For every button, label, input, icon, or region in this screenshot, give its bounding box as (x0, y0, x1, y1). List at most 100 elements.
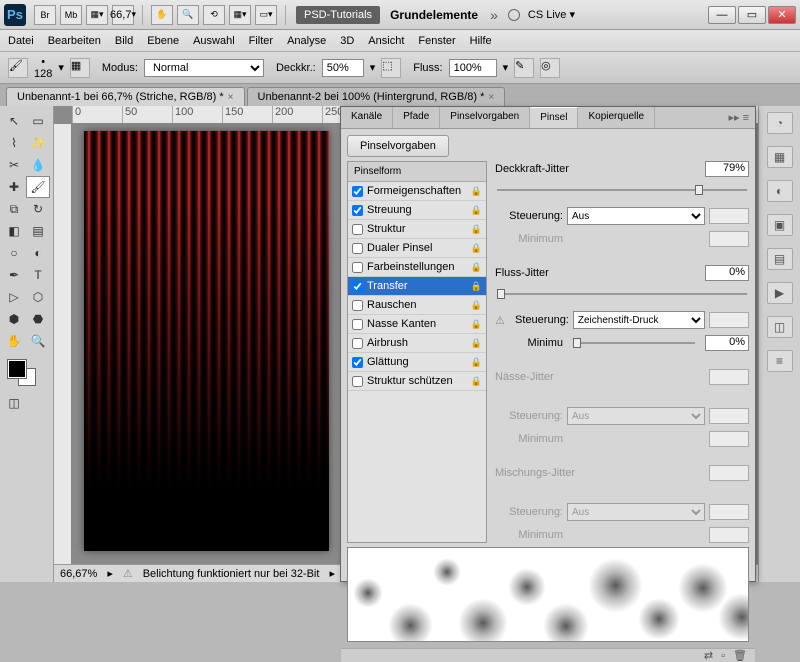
lock-icon[interactable]: 🔒 (471, 357, 482, 368)
menu-item[interactable]: Bearbeiten (48, 35, 101, 47)
flow-input[interactable] (449, 59, 497, 77)
lock-icon[interactable]: 🔒 (471, 243, 482, 254)
brush-panel-toggle[interactable]: ▦ (70, 58, 90, 78)
menu-item[interactable]: Auswahl (193, 35, 235, 47)
marquee-tool[interactable]: ▭ (26, 110, 50, 132)
lock-icon[interactable]: 🔒 (471, 338, 482, 349)
brush-tool-icon[interactable]: 🖌 (8, 58, 28, 78)
pen-tool[interactable]: ✒ (2, 264, 26, 286)
opacity-input[interactable] (322, 59, 364, 77)
zoom-dropdown[interactable]: 66,7 ▾ (112, 5, 134, 25)
lock-icon[interactable]: 🔒 (471, 224, 482, 235)
brush-option-checkbox[interactable] (352, 300, 363, 311)
brush-option-row[interactable]: Dualer Pinsel🔒 (348, 239, 486, 258)
toggle-preview-icon[interactable]: ⇄ (704, 649, 713, 662)
extras-button[interactable]: ▦▾ (86, 5, 108, 25)
document-tab[interactable]: Unbenannt-1 bei 66,7% (Striche, RGB/8) *… (6, 87, 245, 106)
color-swatches[interactable] (2, 358, 51, 388)
close-button[interactable]: ✕ (768, 6, 796, 24)
panel-tab[interactable]: Pinselvorgaben (440, 107, 530, 128)
menu-item[interactable]: Ansicht (368, 35, 404, 47)
eraser-tool[interactable]: ◧ (2, 220, 26, 242)
brush-option-checkbox[interactable] (352, 357, 363, 368)
lock-icon[interactable]: 🔒 (471, 186, 482, 197)
type-tool[interactable]: T (26, 264, 50, 286)
path-tool[interactable]: ▷ (2, 286, 26, 308)
brush-tip-shape[interactable]: Pinselform (348, 162, 486, 182)
brush-option-checkbox[interactable] (352, 338, 363, 349)
color-panel-icon[interactable]: ◔ (767, 112, 793, 134)
lock-icon[interactable]: 🔒 (471, 376, 482, 387)
close-icon[interactable]: × (228, 92, 234, 103)
brush-tool[interactable]: 🖌 (26, 176, 50, 198)
brush-option-checkbox[interactable] (352, 281, 363, 292)
workspace-tutorials[interactable]: PSD-Tutorials (296, 6, 380, 24)
brush-size[interactable]: 128 (34, 68, 52, 80)
heal-tool[interactable]: ✚ (2, 176, 26, 198)
document-tab[interactable]: Unbenannt-2 bei 100% (Hintergrund, RGB/8… (247, 87, 506, 106)
brush-option-row[interactable]: Streuung🔒 (348, 201, 486, 220)
new-brush-icon[interactable]: ▫ (721, 650, 725, 662)
move-tool[interactable]: ↖ (2, 110, 26, 132)
opacity-jitter-value[interactable]: 79% (705, 161, 749, 177)
brush-option-checkbox[interactable] (352, 205, 363, 216)
brush-option-checkbox[interactable] (352, 376, 363, 387)
brush-option-checkbox[interactable] (352, 243, 363, 254)
play-icon[interactable]: ▶ (767, 282, 793, 304)
lock-icon[interactable]: 🔒 (471, 281, 482, 292)
brush-option-checkbox[interactable] (352, 224, 363, 235)
menu-item[interactable]: 3D (340, 35, 354, 47)
opacity-control-select[interactable]: Aus (567, 207, 705, 225)
menu-item[interactable]: Bild (115, 35, 133, 47)
brush-option-row[interactable]: Rauschen🔒 (348, 296, 486, 315)
menu-item[interactable]: Filter (249, 35, 273, 47)
flow-min-value[interactable]: 0% (705, 335, 749, 351)
trash-icon[interactable]: 🗑 (733, 649, 747, 662)
brush-option-checkbox[interactable] (352, 262, 363, 273)
arrange-button[interactable]: ▦▾ (229, 5, 251, 25)
panel-tab[interactable]: Kanäle (341, 107, 393, 128)
blur-tool[interactable]: ○ (2, 242, 26, 264)
panel-menu-icon[interactable]: ▸▸ ≡ (722, 107, 755, 128)
brush-option-row[interactable]: Struktur schützen🔒 (348, 372, 486, 391)
menu-item[interactable]: Hilfe (470, 35, 492, 47)
workspace-more[interactable]: » (490, 7, 498, 23)
flow-control-select[interactable]: Zeichenstift-Druck (573, 311, 705, 329)
menu-item[interactable]: Analyse (287, 35, 326, 47)
zoom-tool[interactable]: 🔍 (26, 330, 50, 352)
brush-option-row[interactable]: Farbeinstellungen🔒 (348, 258, 486, 277)
mode-select[interactable]: Normal (144, 59, 264, 77)
menu-item[interactable]: Fenster (418, 35, 455, 47)
menu-item[interactable]: Datei (8, 35, 34, 47)
lasso-tool[interactable]: ⌇ (2, 132, 26, 154)
lock-icon[interactable]: 🔒 (471, 319, 482, 330)
panel-tab[interactable]: Pinsel (530, 107, 578, 128)
swatches-panel-icon[interactable]: ▦ (767, 146, 793, 168)
flow-min-slider[interactable] (573, 336, 695, 350)
flow-jitter-slider[interactable] (497, 287, 747, 301)
masks-panel-icon[interactable]: ▣ (767, 214, 793, 236)
panel-tab[interactable]: Pfade (393, 107, 440, 128)
bridge-button[interactable]: Br (34, 5, 56, 25)
minibridge-button[interactable]: Mb (60, 5, 82, 25)
size-pressure-icon[interactable]: ◎ (540, 58, 560, 78)
brush-option-row[interactable]: Airbrush🔒 (348, 334, 486, 353)
lock-icon[interactable]: 🔒 (471, 262, 482, 273)
maximize-button[interactable]: ▭ (738, 6, 766, 24)
menu-item[interactable]: Ebene (147, 35, 179, 47)
hand-tool[interactable]: ✋ (2, 330, 26, 352)
3d-tool[interactable]: ⬢ (2, 308, 26, 330)
history-brush-tool[interactable]: ↻ (26, 198, 50, 220)
rotate-tool[interactable]: ⟲ (203, 5, 225, 25)
crop-tool[interactable]: ✂ (2, 154, 26, 176)
hand-tool[interactable]: ✋ (151, 5, 173, 25)
brush-option-checkbox[interactable] (352, 319, 363, 330)
brush-option-row[interactable]: Struktur🔒 (348, 220, 486, 239)
airbrush-icon[interactable]: ✎ (514, 58, 534, 78)
brush-presets-button[interactable]: Pinselvorgaben (347, 135, 449, 157)
close-icon[interactable]: × (488, 92, 494, 103)
zoom-tool[interactable]: 🔍 (177, 5, 199, 25)
brush-option-row[interactable]: Glättung🔒 (348, 353, 486, 372)
canvas[interactable] (84, 131, 329, 551)
opacity-jitter-slider[interactable] (497, 183, 747, 197)
